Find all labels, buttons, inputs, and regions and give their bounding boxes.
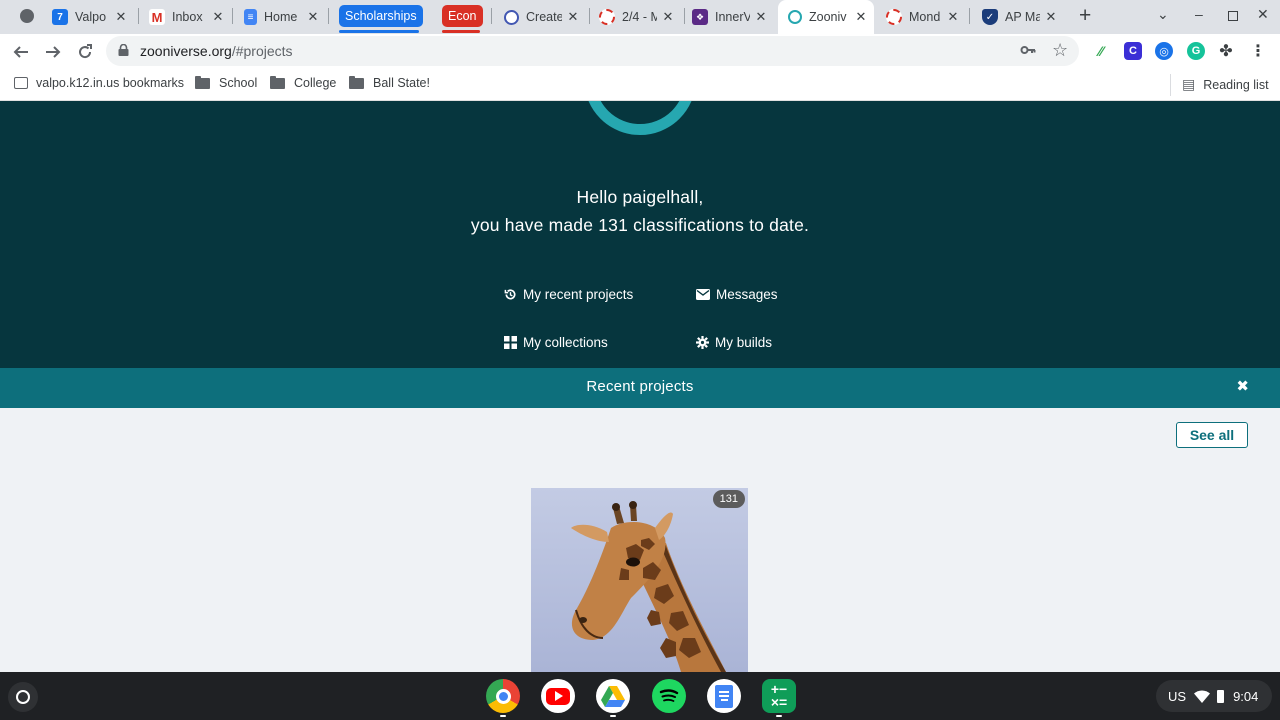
- close-tab-icon[interactable]: ✕: [1044, 9, 1058, 25]
- extension-stripes-icon[interactable]: ⁄⁄: [1092, 42, 1110, 60]
- close-tab-icon[interactable]: ✕: [306, 9, 320, 25]
- system-shelf: +− ×= US 9:04: [0, 672, 1280, 720]
- extensions-puzzle-icon[interactable]: ✤: [1217, 42, 1235, 60]
- home-hero: Hello paigelhall, you have made 131 clas…: [0, 101, 1280, 368]
- folder-icon: [195, 75, 210, 89]
- clock: 9:04: [1233, 688, 1259, 704]
- battery-icon: [1217, 689, 1225, 703]
- close-tab-icon[interactable]: ✕: [661, 9, 675, 25]
- bookmark-valpo[interactable]: valpo.k12.in.us bookmarks: [14, 76, 184, 90]
- close-tab-icon[interactable]: ✕: [754, 9, 768, 25]
- my-builds-link[interactable]: My builds: [696, 335, 772, 350]
- bookmark-folder-college[interactable]: College: [270, 75, 336, 90]
- tab-ap-ma[interactable]: ✓ AP Ma ✕: [972, 3, 1064, 31]
- google-drive-icon[interactable]: [596, 679, 630, 713]
- calculator-app-icon[interactable]: +− ×=: [762, 679, 796, 713]
- tab-search-chevron-icon[interactable]: ⌄: [1157, 6, 1169, 23]
- close-tab-icon[interactable]: ✕: [114, 9, 128, 25]
- loading-icon: [886, 9, 902, 25]
- bookmark-folder-school[interactable]: School: [195, 75, 257, 90]
- envelope-icon: [696, 289, 710, 300]
- quizlet-icon: [504, 9, 519, 25]
- calendar-icon: 7: [52, 9, 68, 25]
- keyboard-locale: US: [1168, 688, 1187, 704]
- menu-kebab-icon[interactable]: ⋮: [1249, 42, 1267, 60]
- folder-icon: [270, 75, 285, 89]
- loading-icon: [599, 9, 615, 25]
- tab-valpo[interactable]: 7 Valpo ✕: [42, 3, 134, 31]
- my-collections-link[interactable]: My collections: [504, 335, 608, 350]
- status-tray[interactable]: US 9:04: [1156, 680, 1272, 712]
- close-window-icon[interactable]: ✕: [1257, 6, 1269, 23]
- my-recent-projects-link[interactable]: My recent projects: [504, 287, 633, 302]
- giraffe-image: [531, 488, 748, 672]
- recent-projects-title: Recent projects: [586, 378, 694, 395]
- recent-projects-header: Recent projects ✖: [0, 368, 1280, 408]
- bookmark-page-icon: [14, 77, 28, 89]
- folder-icon: [349, 75, 364, 89]
- see-all-button[interactable]: See all: [1176, 422, 1248, 448]
- google-docs-icon[interactable]: [707, 679, 741, 713]
- classification-count-badge: 131: [712, 490, 745, 508]
- greeting: Hello paigelhall, you have made 131 clas…: [470, 187, 810, 235]
- history-icon: [504, 289, 516, 300]
- chrome-icon[interactable]: [486, 679, 520, 713]
- user-avatar[interactable]: [584, 101, 696, 135]
- url-path: /#projects: [231, 43, 293, 59]
- tab-create[interactable]: Create ✕: [494, 3, 586, 31]
- tab-strip: 7 Valpo ✕ M Inbox ✕ ≡ Home ✕ Scholarship…: [0, 0, 1280, 34]
- launcher-button[interactable]: [8, 682, 38, 712]
- innerview-icon: ❖: [692, 9, 708, 25]
- recent-projects-section: See all 131: [0, 408, 1280, 672]
- browser-toolbar: zooniverse.org/#projects ☆ ⁄⁄ C ◎ G ✤ ⋮: [0, 34, 1280, 70]
- tab-home[interactable]: ≡ Home ✕: [234, 3, 326, 31]
- grid-icon: [504, 336, 517, 349]
- address-bar[interactable]: zooniverse.org/#projects ☆: [106, 36, 1079, 66]
- minimize-icon[interactable]: –: [1195, 6, 1203, 22]
- new-tab-plus-icon[interactable]: +: [1079, 4, 1091, 28]
- docs-icon: ≡: [244, 9, 257, 25]
- extension-shield-icon[interactable]: ◎: [1155, 42, 1173, 60]
- tab-group-econ[interactable]: Econ: [442, 5, 483, 27]
- reading-list-button[interactable]: ▤ Reading list: [1182, 76, 1269, 93]
- tab-zooniverse[interactable]: Zooniv ✕: [778, 0, 874, 34]
- spotify-icon[interactable]: [652, 679, 686, 713]
- zooniverse-icon: [788, 10, 802, 24]
- extension-c-icon[interactable]: C: [1124, 42, 1142, 60]
- url-domain: zooniverse.org: [140, 43, 232, 59]
- wifi-icon: [1194, 690, 1211, 703]
- bookmark-star-icon[interactable]: ☆: [1052, 40, 1068, 61]
- close-icon[interactable]: ✖: [1236, 377, 1249, 395]
- reload-icon[interactable]: [74, 41, 96, 63]
- tab-innerv[interactable]: ❖ InnerV ✕: [682, 3, 774, 31]
- tab-mond[interactable]: Mond ✕: [876, 3, 966, 31]
- close-tab-icon[interactable]: ✕: [854, 9, 868, 25]
- shield-icon: ✓: [982, 9, 998, 25]
- youtube-icon[interactable]: [541, 679, 575, 713]
- reading-list-icon: ▤: [1182, 76, 1196, 92]
- tab-inbox[interactable]: M Inbox ✕: [139, 3, 231, 31]
- close-tab-icon[interactable]: ✕: [566, 9, 580, 25]
- key-icon[interactable]: [1020, 42, 1036, 62]
- back-arrow-icon[interactable]: [10, 41, 32, 63]
- project-card[interactable]: 131: [531, 488, 748, 672]
- tab-2-4-m[interactable]: 2/4 - M ✕: [589, 3, 681, 31]
- lock-icon[interactable]: [118, 44, 129, 56]
- bookmarks-bar: valpo.k12.in.us bookmarks School College…: [0, 70, 1280, 101]
- messages-link[interactable]: Messages: [696, 287, 778, 302]
- tab-group-scholarships[interactable]: Scholarships: [339, 5, 423, 27]
- gmail-icon: M: [149, 9, 165, 25]
- forward-arrow-icon[interactable]: [42, 41, 64, 63]
- bookmark-folder-ball-state[interactable]: Ball State!: [349, 75, 430, 90]
- window-menu-icon[interactable]: [20, 9, 34, 23]
- grammarly-icon[interactable]: G: [1187, 42, 1205, 60]
- cog-icon: [696, 336, 709, 349]
- restore-icon[interactable]: [1228, 11, 1238, 21]
- close-tab-icon[interactable]: ✕: [211, 9, 225, 25]
- close-tab-icon[interactable]: ✕: [946, 9, 960, 25]
